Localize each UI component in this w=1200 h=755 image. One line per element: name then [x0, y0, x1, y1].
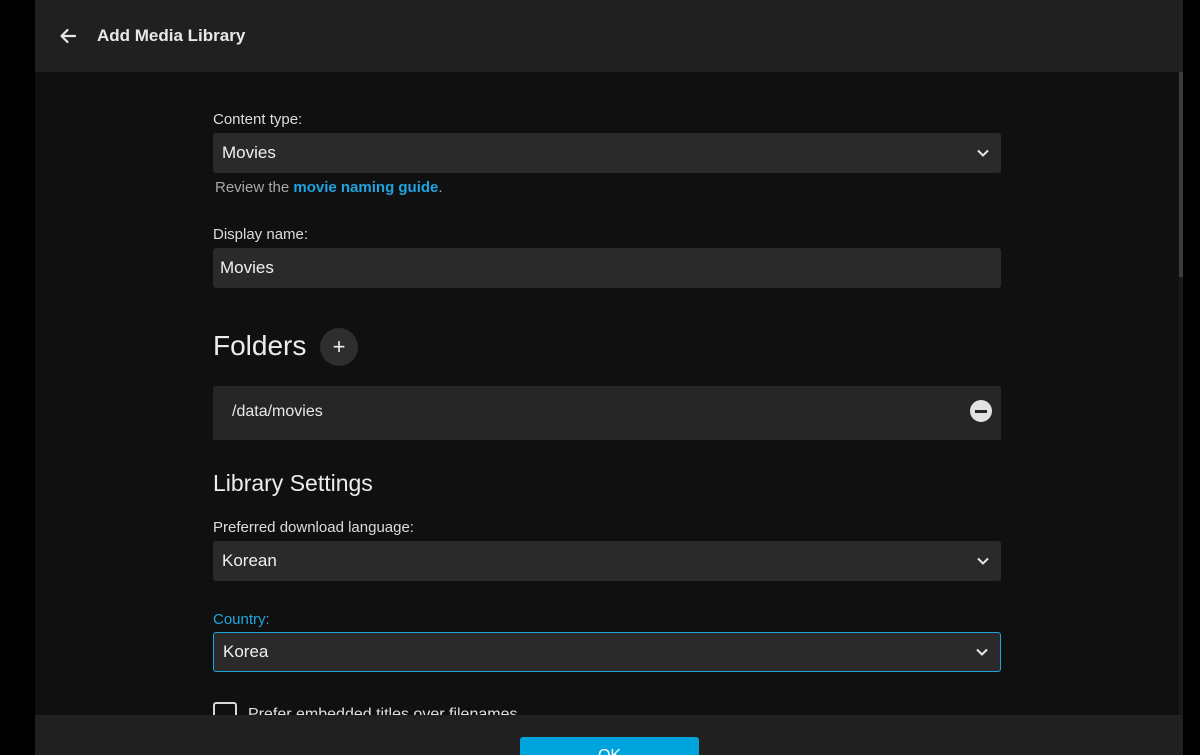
- add-media-library-dialog: Add Media Library Content type: Movies R…: [35, 0, 1183, 755]
- display-name-value: Movies: [220, 258, 274, 277]
- display-name-label: Display name:: [213, 226, 309, 243]
- country-label: Country:: [213, 611, 270, 628]
- ok-button-label: OK: [598, 747, 621, 755]
- folders-heading: Folders: [213, 330, 307, 361]
- remove-folder-icon[interactable]: [970, 400, 992, 422]
- library-settings-heading: Library Settings: [213, 470, 373, 496]
- plus-icon: +: [332, 334, 346, 359]
- naming-guide-helper: Review the movie naming guide.: [215, 179, 443, 196]
- content-type-select[interactable]: Movies: [213, 133, 1001, 173]
- dialog-content: Content type: Movies Review the movie na…: [35, 72, 1183, 715]
- embedded-titles-label: Prefer embedded titles over filenames: [248, 706, 518, 715]
- content-type-value: Movies: [222, 143, 276, 162]
- dialog-header: Add Media Library: [35, 0, 1183, 72]
- chevron-down-icon: [977, 149, 989, 157]
- dialog-footer: OK: [35, 715, 1183, 755]
- embedded-titles-option[interactable]: Prefer embedded titles over filenames: [213, 702, 517, 715]
- preferred-language-select[interactable]: Korean: [213, 541, 1001, 581]
- country-select[interactable]: Korea: [213, 632, 1001, 672]
- content-type-label: Content type:: [213, 111, 303, 128]
- scrollbar-thumb[interactable]: [1179, 72, 1183, 277]
- dialog-title: Add Media Library: [97, 26, 246, 45]
- arrow-left-icon: [60, 28, 77, 44]
- movie-naming-guide-link[interactable]: movie naming guide: [293, 179, 438, 196]
- folder-path: /data/movies: [232, 403, 323, 420]
- chevron-down-icon: [976, 648, 988, 656]
- add-folder-button[interactable]: +: [320, 328, 358, 366]
- back-button[interactable]: [53, 21, 83, 51]
- chevron-down-icon: [977, 557, 989, 565]
- country-value: Korea: [223, 642, 269, 661]
- preferred-language-label: Preferred download language:: [213, 519, 414, 536]
- preferred-language-value: Korean: [222, 551, 277, 570]
- display-name-input[interactable]: Movies: [213, 248, 1001, 288]
- helper-suffix: .: [438, 179, 443, 196]
- helper-prefix: Review the: [215, 179, 294, 196]
- scrollbar[interactable]: [1179, 72, 1183, 715]
- ok-button[interactable]: OK: [520, 737, 699, 755]
- folder-list-item[interactable]: /data/movies: [213, 386, 1001, 440]
- embedded-titles-checkbox[interactable]: [213, 702, 237, 715]
